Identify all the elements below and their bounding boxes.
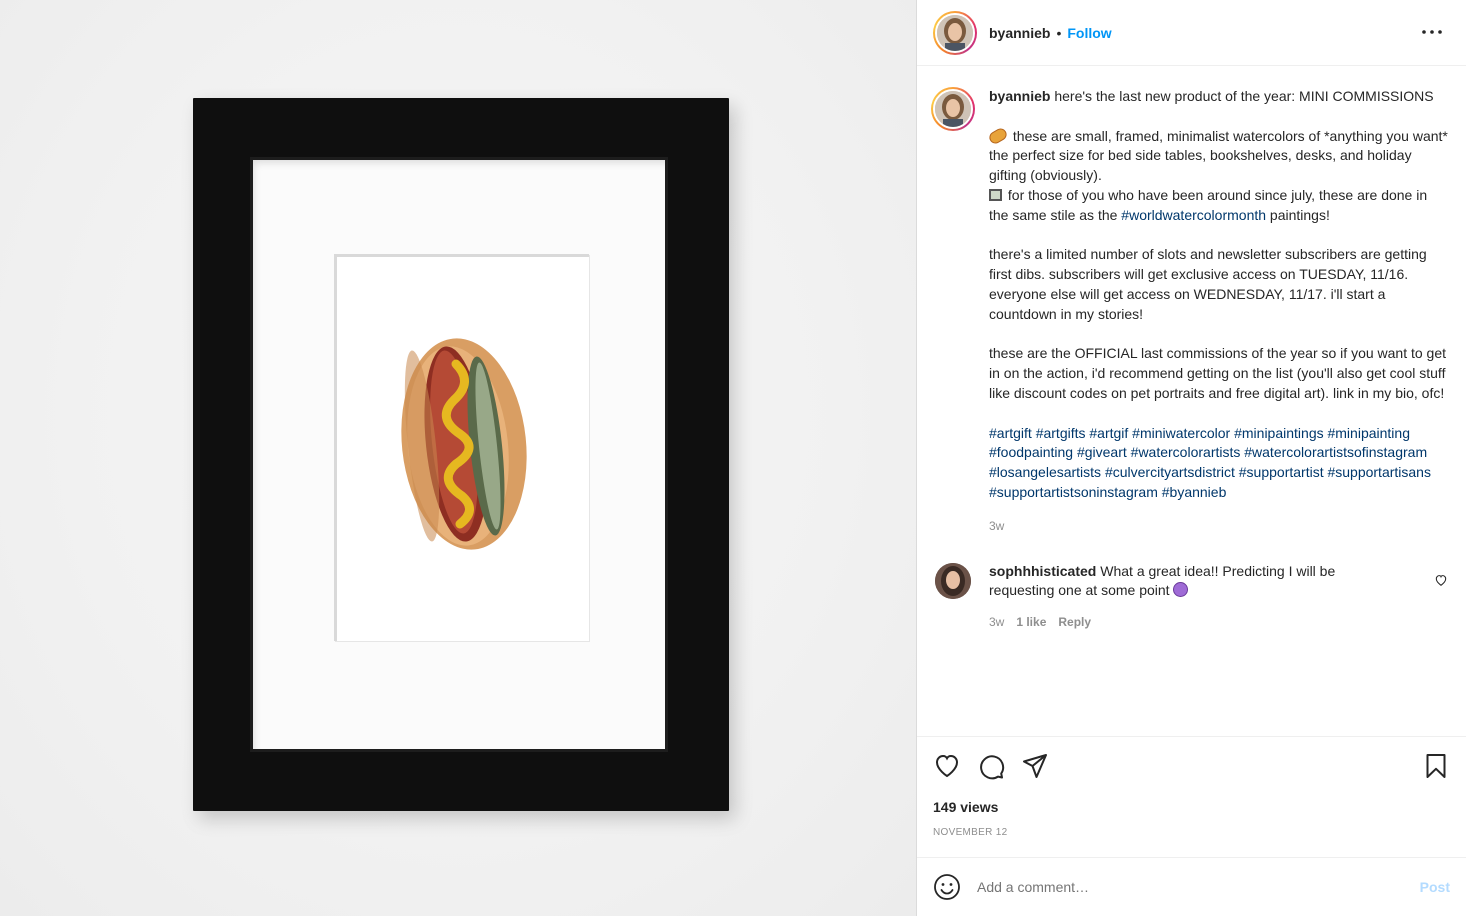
follow-button[interactable]: Follow (1067, 25, 1111, 41)
caption-hashtags[interactable]: #artgift #artgifts #artgif #miniwatercol… (989, 424, 1450, 503)
commenter-avatar[interactable] (935, 562, 971, 599)
share-icon[interactable] (1021, 752, 1049, 780)
caption-avatar[interactable] (931, 87, 975, 131)
post-username[interactable]: byannieb (989, 25, 1050, 41)
frame-mat (250, 157, 668, 752)
caption-text: byannieb here's the last new product of … (987, 87, 1450, 537)
caption-line3-post: paintings! (1266, 206, 1330, 223)
post-side-panel: byannieb • Follow byannieb here's the la… (916, 0, 1466, 916)
instagram-post-modal: byannieb • Follow byannieb here's the la… (0, 0, 1466, 916)
caption-username[interactable]: byannieb (989, 88, 1050, 104)
profile-avatar[interactable] (933, 10, 977, 55)
avatar-image (935, 12, 975, 53)
post-image[interactable] (0, 0, 916, 916)
separator-dot: • (1056, 24, 1062, 41)
post-header: byannieb • Follow (917, 0, 1466, 66)
comment-likes[interactable]: 1 like (1016, 615, 1046, 629)
caption-para3: these are the OFFICIAL last commissions … (989, 345, 1447, 401)
emoji-picker-icon[interactable] (933, 873, 961, 901)
caption-line1: these are small, framed, minimalist wate… (1012, 127, 1448, 144)
framed-picture-emoji-icon (989, 188, 1002, 201)
bookmark-icon[interactable] (1422, 752, 1450, 780)
mat-window (334, 254, 589, 641)
hotdog-emoji-icon (987, 125, 1009, 146)
post-comment-button[interactable]: Post (1420, 879, 1450, 895)
commenter-username[interactable]: sophhhisticated (989, 563, 1096, 579)
comment-input[interactable] (977, 879, 1420, 895)
comment-heart-icon[interactable] (1434, 573, 1448, 587)
caption-line2: the perfect size for bed side tables, bo… (989, 147, 1412, 184)
view-count[interactable]: 149 views (933, 799, 1450, 815)
post-actions: 149 views NOVEMBER 12 (917, 736, 1466, 838)
action-icons (933, 737, 1450, 795)
caption-intro: here's the last new product of the year:… (1054, 88, 1434, 104)
purple-emoji-icon (1173, 582, 1189, 598)
heart-icon[interactable] (933, 752, 961, 780)
post-date[interactable]: NOVEMBER 12 (933, 827, 1450, 838)
avatar-image (933, 89, 973, 129)
comment-timestamp[interactable]: 3w (989, 615, 1004, 629)
comment-icon[interactable] (977, 752, 1005, 780)
comment-composer: Post (917, 857, 1466, 916)
caption-timestamp[interactable]: 3w (989, 517, 1450, 537)
comment: sophhhisticated What a great idea!! Pred… (933, 562, 1450, 602)
comment-meta: 3w 1 like Reply (989, 615, 1450, 629)
picture-frame (193, 98, 729, 811)
comments-scroll-area[interactable]: byannieb here's the last new product of … (917, 67, 1466, 735)
hotdog-painting (401, 338, 527, 550)
comment-text: sophhhisticated What a great idea!! Pred… (989, 562, 1399, 602)
caption: byannieb here's the last new product of … (931, 87, 1450, 537)
reply-button[interactable]: Reply (1058, 615, 1091, 629)
more-horizontal-icon[interactable] (1420, 22, 1444, 42)
caption-para2: there's a limited number of slots and ne… (989, 246, 1427, 322)
hashtag-link[interactable]: #worldwatercolormonth (1121, 207, 1266, 223)
